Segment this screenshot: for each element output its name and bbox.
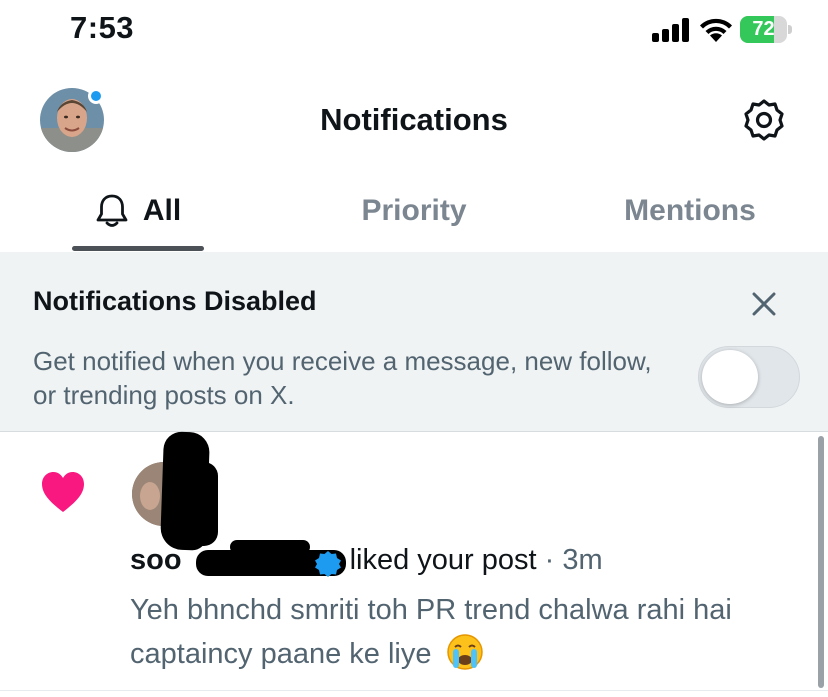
redaction-mark	[184, 462, 218, 546]
notification-post-text: Yeh bhnchd smriti toh PR trend chalwa ra…	[130, 588, 810, 676]
tab-priority[interactable]: Priority	[276, 170, 552, 252]
separator-dot: ·	[544, 544, 555, 576]
verified-badge-icon	[315, 551, 341, 577]
divider	[0, 690, 828, 691]
loudly-crying-face-icon	[446, 634, 483, 670]
scrollbar[interactable]	[818, 436, 824, 688]
tab-mentions[interactable]: Mentions	[552, 170, 828, 252]
gear-icon[interactable]	[742, 98, 786, 142]
notification-summary: soo liked your post · 3m	[130, 544, 603, 577]
notification-username[interactable]: soo	[130, 544, 182, 576]
status-bar: 7:53 72	[0, 0, 828, 62]
cellular-signal-icon	[652, 18, 689, 42]
battery-level: 72	[752, 18, 775, 40]
tab-all[interactable]: All	[72, 170, 204, 252]
battery-indicator: 72	[740, 16, 792, 43]
notification-item[interactable]: soo liked your post · 3m Yeh bhnchd smrit…	[0, 431, 828, 697]
heart-icon	[42, 472, 84, 512]
notification-time: 3m	[562, 544, 603, 576]
notifications-toggle[interactable]	[698, 346, 800, 408]
status-time: 7:53	[70, 10, 135, 45]
banner-title: Notifications Disabled	[33, 286, 317, 316]
page-title: Notifications	[320, 102, 508, 137]
banner-body: Get notified when you receive a message,…	[33, 346, 652, 410]
header: Notifications	[0, 80, 828, 160]
tab-all-label: All	[142, 194, 182, 227]
wifi-icon	[700, 18, 732, 42]
notification-action: liked your post	[349, 544, 537, 576]
tab-mentions-label: Mentions	[624, 194, 756, 227]
close-icon[interactable]	[746, 286, 782, 322]
bell-icon	[96, 194, 128, 227]
active-tab-indicator	[72, 246, 204, 251]
toggle-knob	[702, 350, 758, 404]
tab-priority-label: Priority	[361, 194, 467, 227]
notifications-disabled-banner: Notifications Disabled Get notified when…	[0, 252, 828, 432]
notification-tabs: All Priority Mentions	[0, 170, 828, 252]
post-text: Yeh bhnchd smriti toh PR trend chalwa ra…	[130, 594, 732, 670]
